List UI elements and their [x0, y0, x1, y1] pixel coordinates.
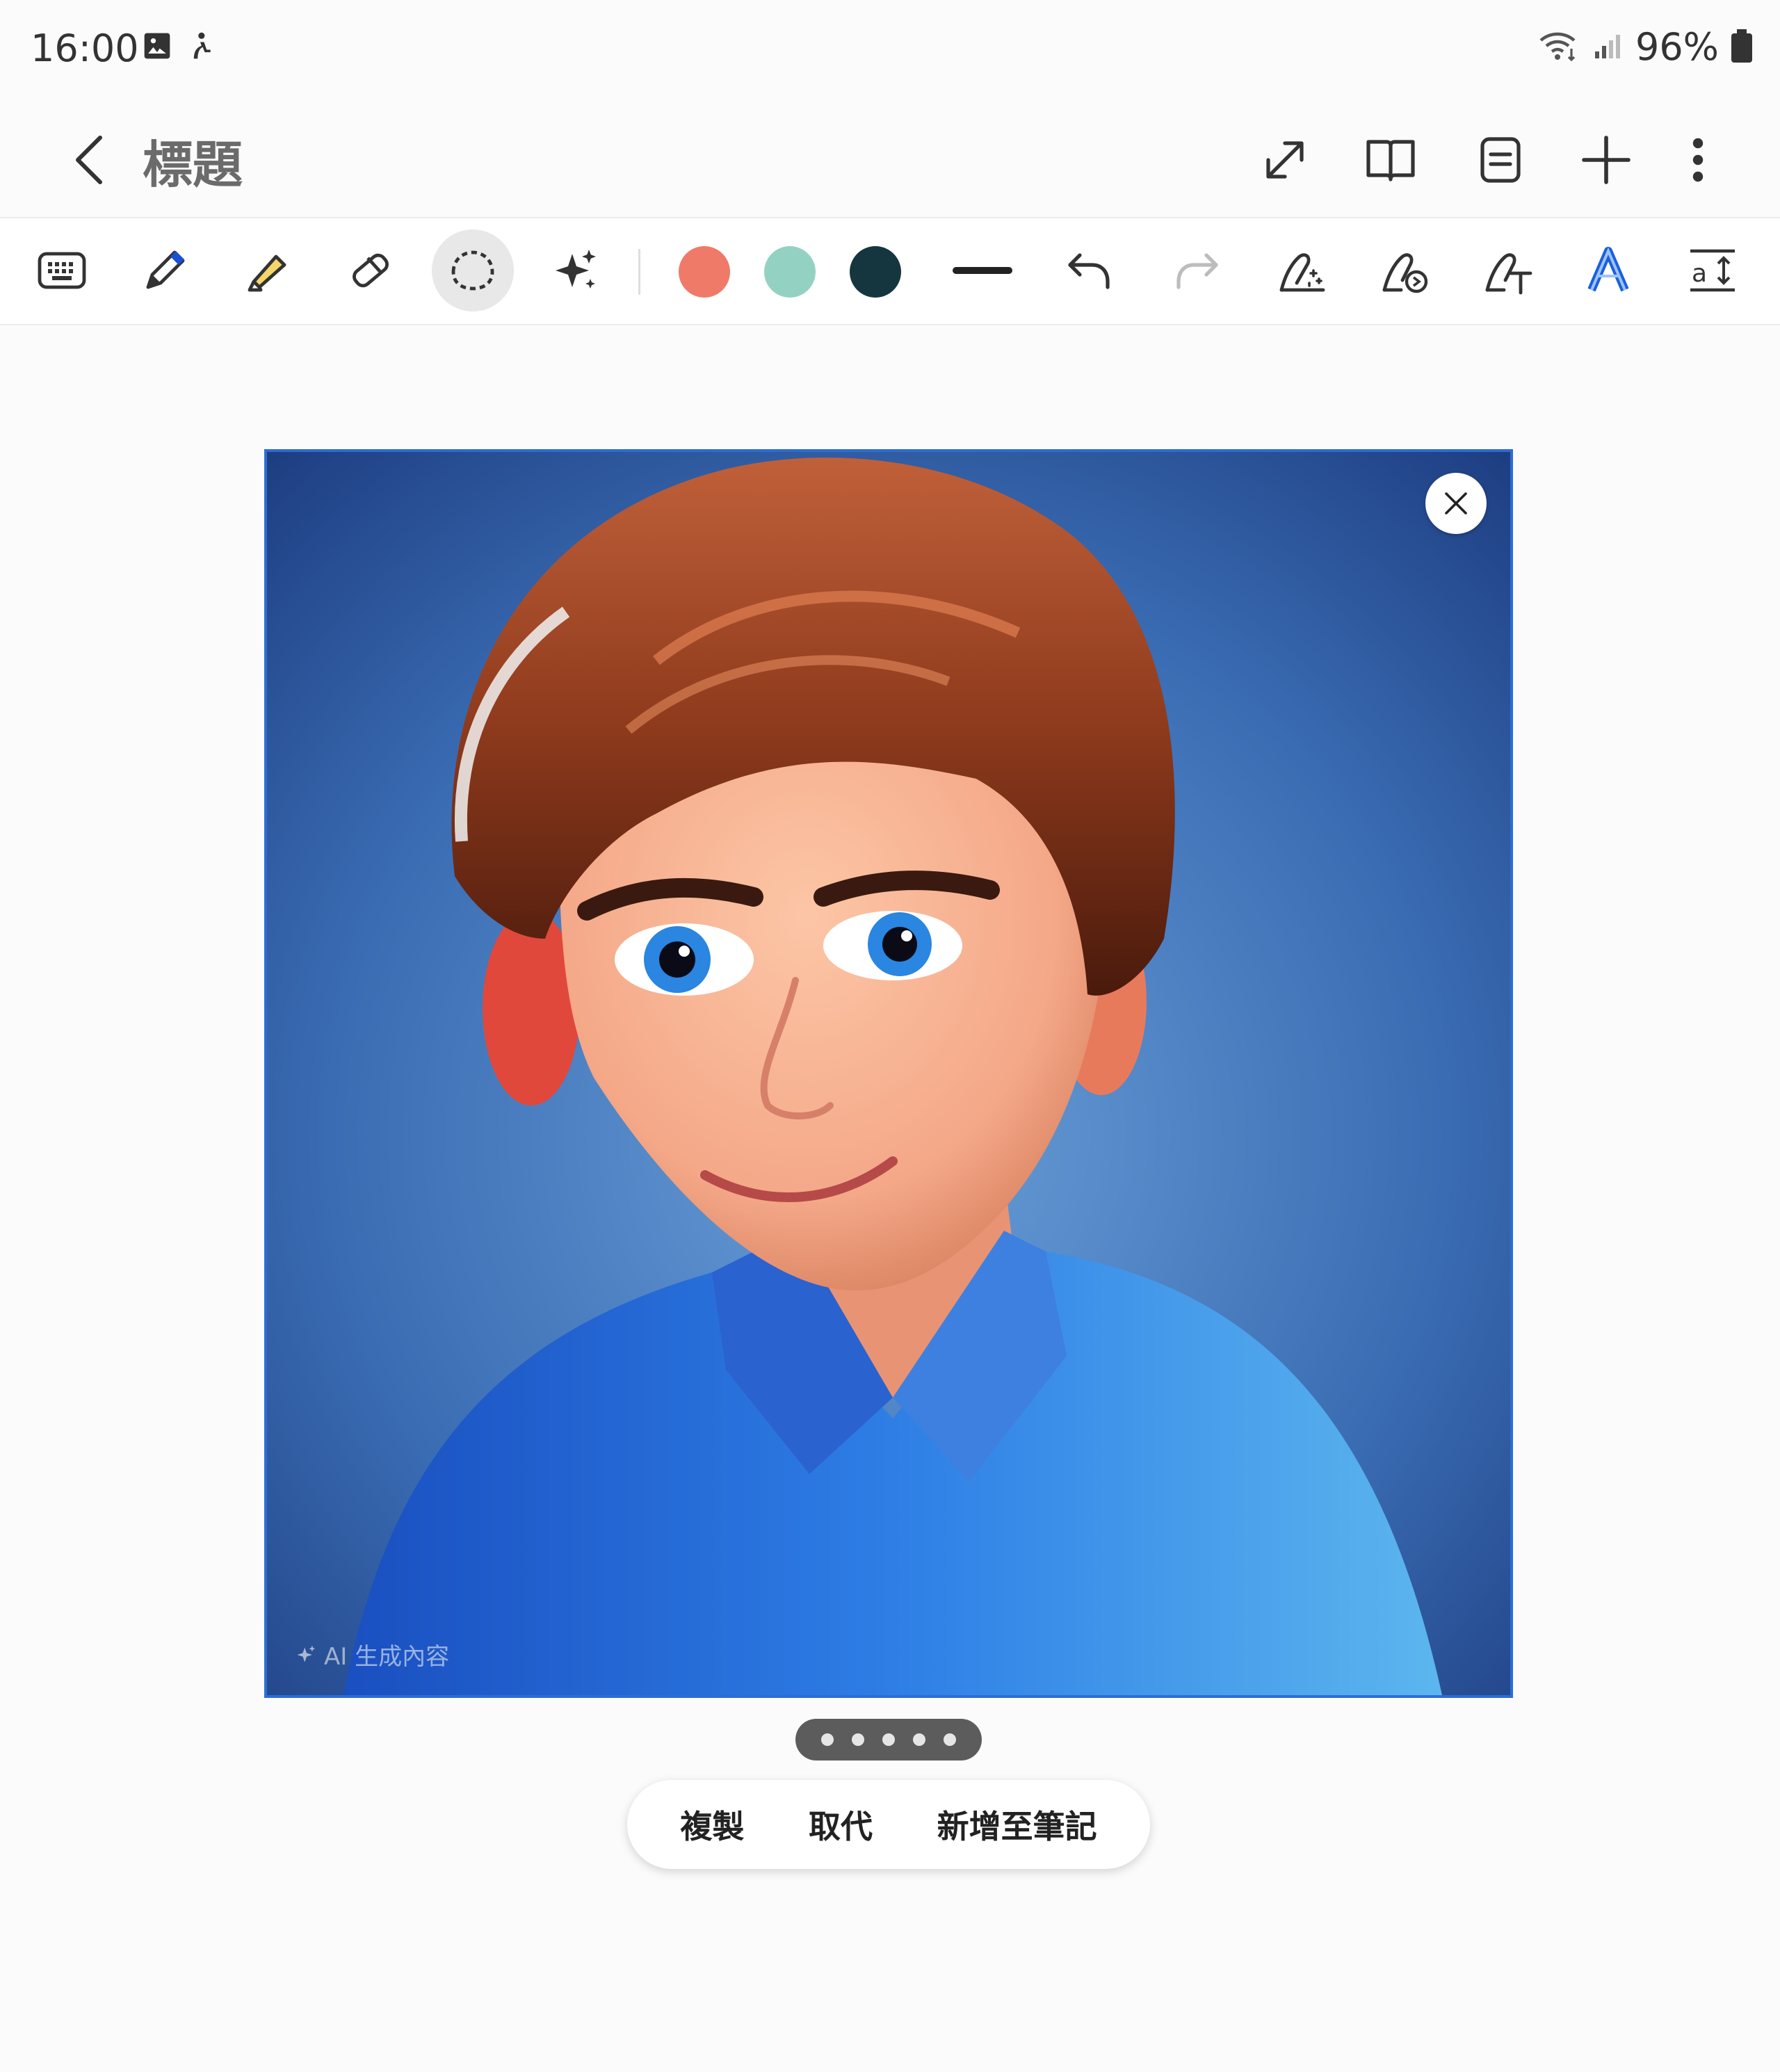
more-options-button[interactable] — [1656, 118, 1740, 202]
status-bar: 16:00 96% — [0, 0, 1780, 97]
close-icon — [1445, 492, 1467, 515]
status-time: 16:00 — [31, 26, 139, 70]
note-header: 標題 — [0, 104, 1780, 216]
text-view-button[interactable] — [1459, 118, 1542, 202]
keyboard-icon — [38, 252, 86, 289]
drawing-toolbar: a — [0, 217, 1780, 325]
ai-generated-watermark: AI 生成內容 — [295, 1637, 449, 1672]
add-to-note-button[interactable]: 新增至筆記 — [923, 1795, 1111, 1854]
undo-icon — [1068, 253, 1110, 289]
pager-dot[interactable] — [944, 1733, 956, 1746]
svg-text:a: a — [1692, 259, 1707, 288]
accessibility-icon — [185, 31, 216, 64]
highlighter-tool[interactable] — [227, 229, 309, 311]
color-swatch-mint[interactable] — [764, 246, 816, 298]
battery-percent: 96% — [1635, 25, 1719, 69]
handwriting-to-text-icon — [1485, 253, 1532, 295]
generated-image-frame[interactable]: AI 生成內容 — [264, 449, 1513, 1698]
stroke-width-icon — [953, 267, 1012, 274]
handwriting-to-text-tool[interactable] — [1467, 229, 1549, 311]
expand-icon — [1266, 141, 1304, 179]
book-view-icon — [1366, 140, 1415, 181]
ai-assist-tool[interactable] — [534, 229, 616, 311]
eraser-tool[interactable] — [328, 229, 410, 311]
image-notification-icon — [142, 31, 172, 64]
redo-icon — [1176, 253, 1218, 289]
text-size-icon: a — [1690, 249, 1735, 292]
page-title[interactable]: 標題 — [143, 124, 243, 197]
keyboard-tool[interactable] — [21, 229, 103, 311]
ai-watermark-text: AI 生成內容 — [324, 1643, 450, 1671]
back-button[interactable] — [49, 118, 132, 202]
pen-icon — [146, 250, 185, 289]
pager-dot[interactable] — [913, 1733, 925, 1746]
wifi-icon — [1538, 29, 1580, 65]
book-view-button[interactable] — [1349, 118, 1432, 202]
shape-assist-icon — [1382, 253, 1428, 293]
generated-portrait-image — [267, 452, 1510, 1695]
pager-dot[interactable] — [882, 1733, 895, 1746]
add-icon — [1582, 136, 1631, 184]
lasso-select-tool[interactable] — [432, 229, 514, 311]
image-pager[interactable] — [795, 1719, 982, 1761]
drawing-assist-tool[interactable] — [1261, 229, 1343, 311]
replace-button[interactable]: 取代 — [795, 1795, 887, 1854]
shape-assist-tool[interactable] — [1364, 229, 1446, 311]
image-action-menu: 複製 取代 新增至筆記 — [627, 1780, 1150, 1869]
color-swatch-coral[interactable] — [679, 246, 730, 298]
redo-button[interactable] — [1156, 229, 1238, 311]
pen-tool[interactable] — [124, 229, 206, 311]
expand-button[interactable] — [1243, 118, 1327, 202]
more-options-icon — [1692, 138, 1704, 182]
color-swatch-dark-teal[interactable] — [850, 246, 901, 298]
undo-button[interactable] — [1049, 229, 1131, 311]
ai-sparkle-watermark-icon — [297, 1645, 316, 1662]
highlighter-icon — [248, 254, 286, 292]
battery-icon — [1731, 29, 1752, 65]
text-view-icon — [1480, 137, 1521, 183]
eraser-icon — [353, 253, 389, 288]
drawing-assist-icon — [1279, 253, 1325, 292]
text-style-tool[interactable] — [1567, 229, 1649, 311]
pager-dot[interactable] — [852, 1733, 864, 1746]
signal-icon — [1592, 31, 1623, 64]
pager-dot[interactable] — [821, 1733, 834, 1746]
ai-sparkle-icon — [556, 250, 596, 289]
close-image-button[interactable] — [1425, 473, 1487, 534]
text-style-icon — [1587, 247, 1629, 292]
stroke-width-tool[interactable] — [941, 229, 1024, 311]
back-arrow-icon — [76, 136, 102, 184]
lasso-select-icon — [451, 250, 494, 291]
copy-button[interactable]: 複製 — [666, 1795, 758, 1854]
add-button[interactable] — [1564, 118, 1648, 202]
status-right-cluster: 96% — [1538, 25, 1752, 69]
toolbar-divider — [638, 249, 640, 295]
text-size-tool[interactable]: a — [1672, 229, 1754, 311]
